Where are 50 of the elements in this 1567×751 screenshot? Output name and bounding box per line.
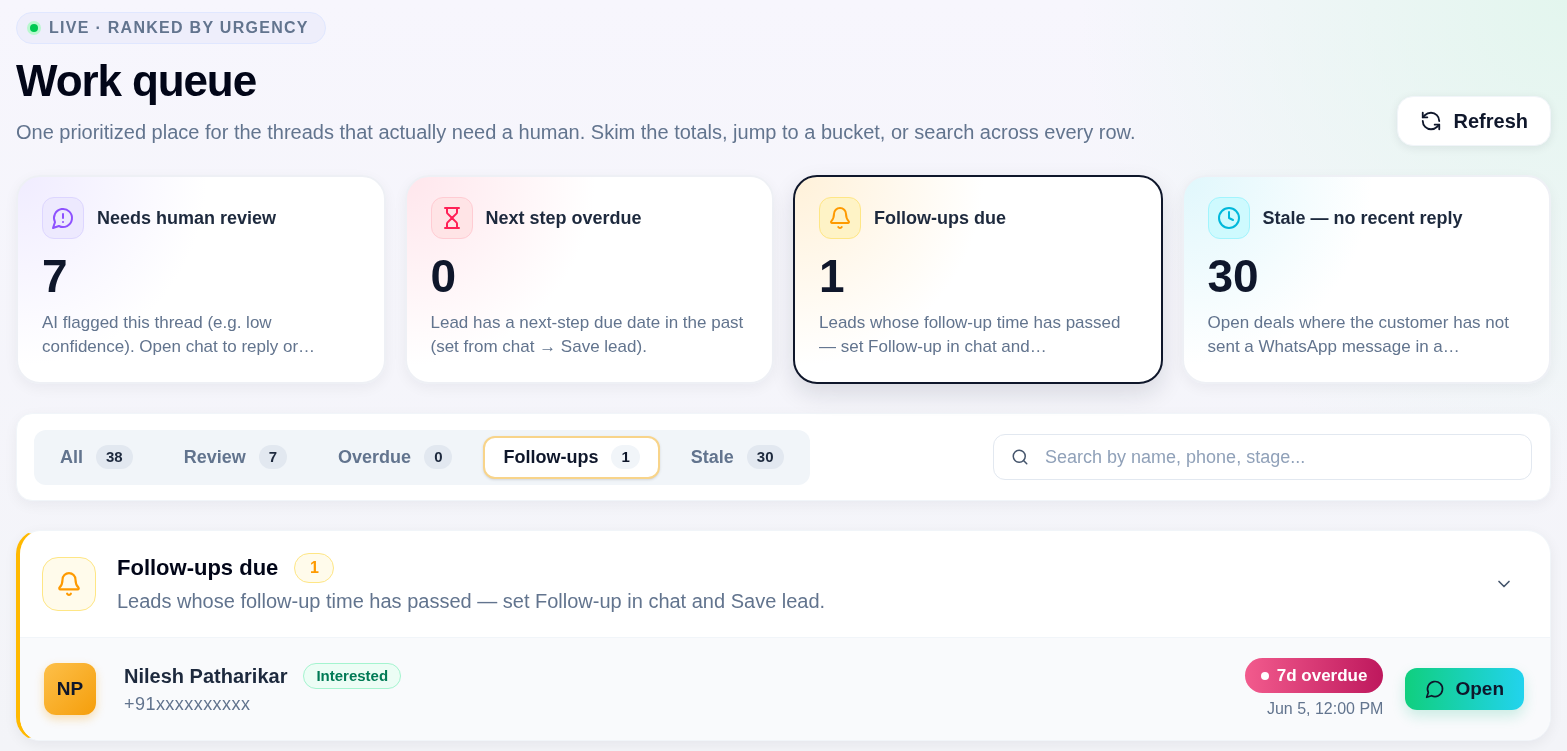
bell-icon — [42, 557, 96, 611]
page-title: Work queue — [16, 56, 257, 106]
summary-card[interactable]: Next step overdue 0 Lead has a next-step due date in the past (set from chat → Save lead). — [404, 175, 774, 384]
phone-number: +91xxxxxxxxxx — [124, 693, 252, 716]
open-button[interactable]: Open — [1405, 668, 1524, 710]
due-time: Jun 5, 12:00 PM — [1266, 699, 1384, 719]
card-title: Stale — no recent reply — [1262, 206, 1463, 230]
summary-card[interactable]: Needs human review 7 AI flagged this thread (e.g. low confidence). Open chat to reply or… — [16, 175, 386, 384]
count-badge: 7 — [258, 445, 288, 469]
card-count: 7 — [42, 253, 69, 299]
bucket-title: Follow-ups due — [117, 554, 279, 582]
bell-icon — [819, 197, 861, 239]
card-description: Leads whose follow-up time has passed — set Follow-up in chat and… — [819, 312, 1122, 358]
page-subtitle: One prioritized place for the threads that actually need a human. Skim the totals, jump to a bucket, or search across every row. — [16, 120, 1136, 145]
filter-tab[interactable]: Stale 30 — [670, 435, 804, 479]
overdue-label: 7d overdue — [1276, 664, 1368, 687]
chat-bubble-icon — [1425, 679, 1446, 699]
count-badge: 38 — [96, 445, 133, 469]
card-title: Follow-ups due — [874, 206, 1006, 230]
count-badge: 30 — [746, 445, 784, 469]
count-badge: 1 — [294, 553, 335, 583]
summary-card[interactable]: Follow-ups due 1 Leads whose follow-up time has passed — set Follow-up in chat and… — [793, 175, 1163, 384]
lead-name: Nilesh Patharikar — [124, 664, 288, 689]
filter-tab[interactable]: Overdue 0 — [318, 435, 473, 479]
card-title: Next step overdue — [485, 206, 642, 230]
filter-tab[interactable]: All 38 — [40, 435, 153, 479]
card-count: 0 — [430, 253, 458, 299]
count-badge: 0 — [424, 445, 453, 469]
card-description: Open deals where the customer has not sent a WhatsApp message in a… — [1207, 312, 1510, 358]
card-count: 30 — [1207, 253, 1260, 299]
card-description: AI flagged this thread (e.g. low confidence). Open chat to reply or… — [42, 312, 317, 358]
card-title: Needs human review — [97, 206, 277, 230]
live-label: LIVE · RANKED BY URGENCY — [49, 18, 309, 38]
bucket-description: Leads whose follow-up time has passed — set Follow-up in chat and Save lead. — [117, 589, 827, 614]
count-badge: 1 — [611, 445, 640, 469]
hourglass-icon — [430, 197, 473, 239]
alert-bubble-icon — [42, 197, 84, 239]
card-count: 1 — [819, 253, 846, 299]
clock-icon — [1207, 197, 1250, 239]
card-description: Lead has a next-step due date in the past (set from chat → Save lead). — [430, 312, 745, 358]
search-icon — [1011, 448, 1029, 466]
search-field[interactable]: Search by name, phone, stage... — [993, 434, 1532, 480]
initials-avatar: NP — [44, 663, 96, 715]
refresh-icon — [1419, 110, 1442, 132]
filter-tab[interactable]: Review 7 — [163, 435, 308, 479]
filter-tab[interactable]: Follow-ups 1 — [483, 435, 660, 479]
refresh-button[interactable]: Refresh — [1396, 96, 1551, 146]
stage-badge: Interested — [303, 663, 402, 689]
live-status-dot-icon — [27, 21, 41, 35]
summary-card[interactable]: Stale — no recent reply 30 Open deals where the customer has not sent a WhatsApp message in a… — [1181, 175, 1551, 384]
